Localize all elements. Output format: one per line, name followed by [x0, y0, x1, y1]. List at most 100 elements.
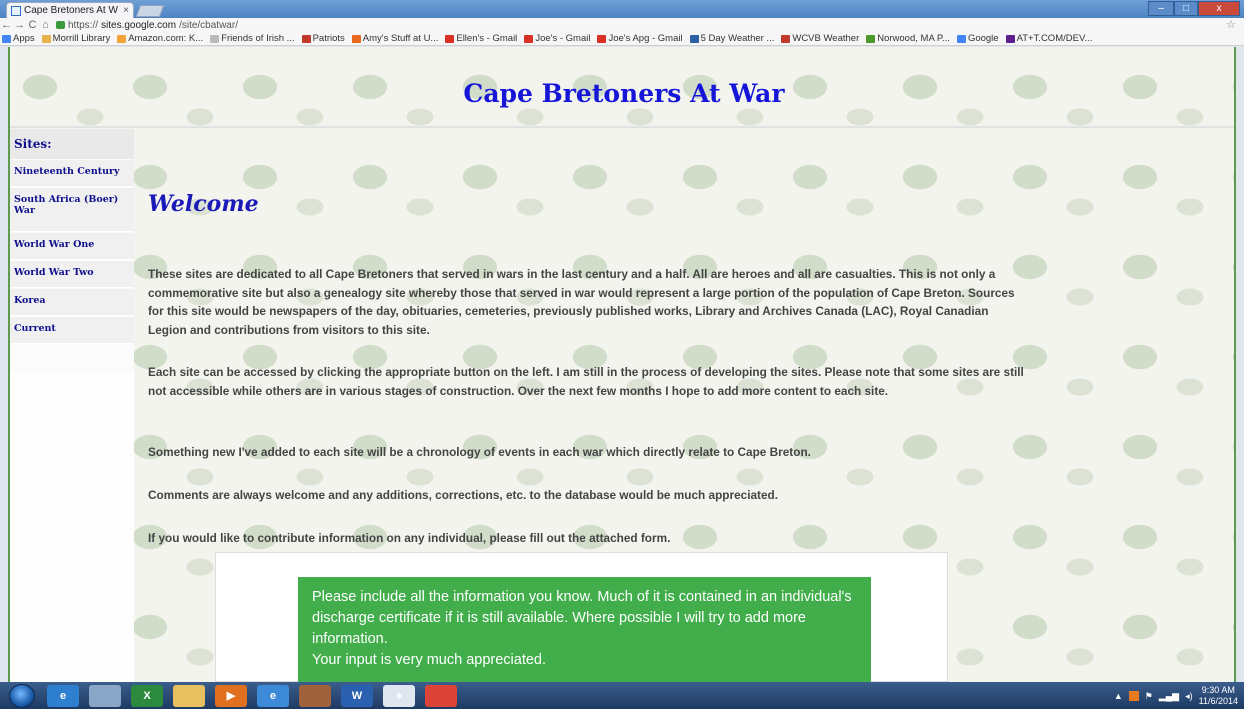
bookmark-item[interactable]: AT+T.COM/DEV... [1005, 33, 1093, 44]
bookmark-icon [2, 34, 11, 43]
bookmark-label: Friends of Irish ... [221, 33, 295, 44]
bookmark-item[interactable]: Patriots [301, 33, 345, 44]
sidebar-item-nineteenth-century[interactable]: Nineteenth Century [10, 160, 134, 187]
sidebar-item-current[interactable]: Current [10, 317, 134, 344]
bookmark-item[interactable]: Morrill Library [41, 33, 111, 44]
system-tray: ▲ ⚑ ▂▄▆ ◂) 9:30 AM 11/6/2014 [1114, 685, 1238, 707]
bookmark-label: Norwood, MA P... [877, 33, 950, 44]
bookmark-icon [866, 34, 876, 43]
comments-paragraph: Comments are always welcome and any addi… [148, 488, 778, 502]
bookmark-label: WCVB Weather [792, 33, 860, 44]
window-controls: – □ x [1148, 1, 1240, 16]
sidebar-item-boer-war[interactable]: South Africa (Boer) War [10, 188, 134, 232]
calculator-icon[interactable] [89, 684, 121, 707]
tab-title: Cape Bretoners At W [24, 5, 118, 16]
chrome-icon[interactable] [425, 684, 457, 707]
volume-icon[interactable]: ◂) [1185, 691, 1193, 702]
browser-title-bar: Cape Bretoners At W × – □ x [0, 0, 1244, 18]
url-field[interactable]: https://sites.google.com/site/cbatwar/ [56, 20, 238, 31]
bookmark-icon [445, 34, 455, 43]
bookmark-item[interactable]: Ellen's - Gmail [445, 33, 517, 44]
intro-paragraph: These sites are dedicated to all Cape Br… [148, 267, 1015, 337]
word-icon[interactable]: W [341, 684, 373, 707]
form-notice-text: Please include all the information you k… [312, 589, 852, 647]
address-bar-row: ← → C ⌂ https://sites.google.com/site/cb… [0, 18, 1244, 32]
url-path: /site/cbatwar/ [179, 19, 238, 31]
chronology-paragraph: Something new I've added to each site wi… [148, 445, 811, 459]
url-scheme: https:// [68, 19, 99, 31]
bookmark-icon [210, 34, 220, 43]
bookmark-icon [524, 34, 534, 43]
bookmark-icon [301, 34, 311, 43]
web-page: Cape Bretoners At War Sites: Nineteenth … [8, 47, 1236, 682]
sidebar: Sites: Nineteenth Century South Africa (… [10, 129, 134, 682]
bookmark-icon [781, 34, 791, 43]
edge-icon[interactable]: e [257, 684, 289, 707]
bookmark-icon [1005, 34, 1015, 43]
site-favicon-icon [11, 5, 21, 16]
bookmark-item[interactable]: Norwood, MA P... [866, 33, 950, 44]
sidebar-heading: Sites: [10, 129, 134, 159]
bookmark-item[interactable]: Friends of Irish ... [210, 33, 295, 44]
photo-icon[interactable] [299, 684, 331, 707]
forward-icon[interactable]: → [13, 19, 26, 31]
flag-icon[interactable]: ⚑ [1145, 691, 1153, 702]
bookmark-icon [689, 34, 699, 43]
browser-tab[interactable]: Cape Bretoners At W × [6, 2, 134, 18]
tray-app-icon[interactable] [1128, 691, 1139, 701]
bookmark-item[interactable]: WCVB Weather [781, 33, 859, 44]
bookmark-item[interactable]: Apps [2, 33, 35, 44]
bookmark-label: 5 Day Weather ... [700, 33, 775, 44]
bookmark-label: Apps [13, 33, 35, 44]
bookmark-star-icon[interactable]: ☆ [1226, 18, 1236, 31]
bookmark-label: Patriots [312, 33, 345, 44]
bookmark-item[interactable]: Joe's - Gmail [524, 33, 590, 44]
minimize-button[interactable]: – [1148, 1, 1174, 16]
show-hidden-icons-icon[interactable]: ▲ [1114, 691, 1123, 701]
new-tab-button[interactable] [135, 5, 165, 17]
bookmark-label: AT+T.COM/DEV... [1016, 33, 1093, 44]
lock-icon [56, 21, 65, 29]
reload-icon[interactable]: C [26, 19, 39, 31]
clock-date: 11/6/2014 [1198, 696, 1238, 706]
sidebar-filler [10, 372, 134, 682]
home-icon[interactable]: ⌂ [39, 19, 52, 31]
access-paragraph: Each site can be accessed by clicking th… [148, 365, 1024, 398]
bookmark-label: Morrill Library [52, 33, 111, 44]
welcome-heading: Welcome [148, 191, 259, 217]
bookmark-label: Ellen's - Gmail [456, 33, 518, 44]
bookmark-item[interactable]: Amy's Stuff at U... [351, 33, 438, 44]
sidebar-item-korea[interactable]: Korea [10, 289, 134, 316]
maximize-button[interactable]: □ [1174, 1, 1198, 16]
back-icon[interactable]: ← [0, 19, 13, 31]
clock[interactable]: 9:30 AM 11/6/2014 [1199, 685, 1238, 707]
ie-icon[interactable]: e [47, 684, 79, 707]
start-button[interactable] [9, 683, 35, 708]
network-icon[interactable]: ▂▄▆ [1159, 691, 1179, 702]
bookmark-icon [117, 34, 127, 43]
bookmark-item[interactable]: Amazon.com: K... [117, 33, 203, 44]
bookmark-item[interactable]: Joe's Apg - Gmail [597, 33, 683, 44]
tab-close-icon[interactable]: × [123, 5, 133, 16]
bookmark-item[interactable]: Google [956, 33, 999, 44]
header-divider [10, 126, 1234, 128]
bookmark-item[interactable]: 5 Day Weather ... [689, 33, 775, 44]
form-notice-thanks: Your input is very much appreciated. [312, 652, 547, 668]
sidebar-item-world-war-two[interactable]: World War Two [10, 261, 134, 288]
bookmarks-bar: Apps Morrill Library Amazon.com: K... Frien… [0, 32, 1244, 46]
media-player-icon[interactable]: ▶ [215, 684, 247, 707]
close-window-button[interactable]: x [1198, 1, 1240, 16]
sidebar-item-world-war-one[interactable]: World War One [10, 233, 134, 260]
excel-icon[interactable]: X [131, 684, 163, 707]
site-title: Cape Bretoners At War [463, 79, 785, 108]
bookmark-label: Google [967, 33, 999, 44]
solitaire-icon[interactable]: ♠ [383, 684, 415, 707]
bookmark-label: Joe's - Gmail [535, 33, 591, 44]
folder-icon[interactable] [173, 684, 205, 707]
bookmark-icon [956, 34, 966, 43]
clock-time: 9:30 AM [1201, 685, 1235, 695]
windows-taskbar: e X ▶ e W ♠ [0, 682, 1244, 709]
bookmark-icon [351, 34, 361, 43]
bookmark-icon [597, 34, 607, 43]
bookmark-label: Amazon.com: K... [128, 33, 204, 44]
